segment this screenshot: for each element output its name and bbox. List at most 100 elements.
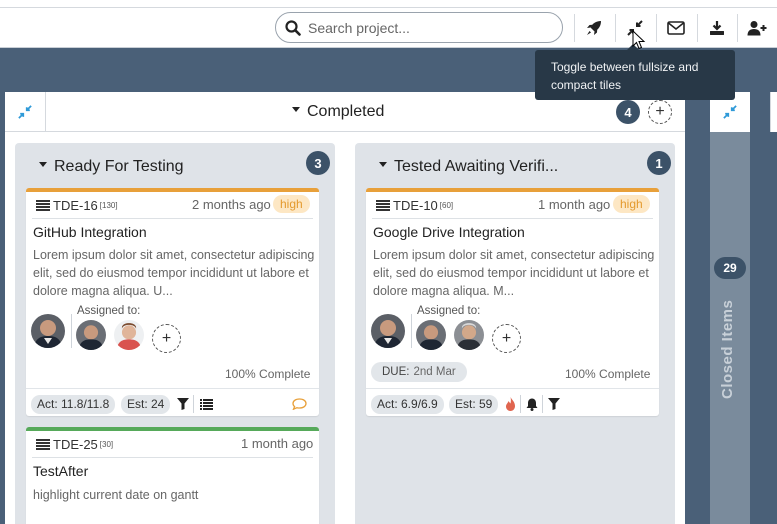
avatar-divider [411,314,412,348]
rocket-icon [587,21,601,35]
add-user-icon [747,21,767,36]
avatar-divider [71,314,72,348]
avatar[interactable] [416,320,446,350]
card-description: Lorem ipsum dolor sit amet, consectetur … [33,248,315,298]
card-id-label: TDE-25 [53,437,98,452]
card-time: 2 months ago [192,197,271,212]
column-count-badge: 1 [647,151,671,175]
assigned-label: Assigned to: [417,305,481,317]
card-id[interactable]: TDE-16 [130] [36,198,118,213]
column-count-badge: 3 [306,151,330,175]
card-description: highlight current date on gantt [33,488,199,502]
card-points: [60] [439,201,454,210]
column-title[interactable]: Tested Awaiting Verifi... [379,158,558,176]
plus-icon: + [501,329,512,347]
mouse-cursor-icon [632,30,646,50]
checklist-button[interactable] [197,395,215,413]
actual-hours-pill: Act: 11.8/11.8 [31,395,116,414]
assign-user-button[interactable]: + [492,324,521,353]
compress-icon [723,105,737,119]
column-title[interactable]: Ready For Testing [39,158,184,176]
filter-icon [177,398,189,410]
add-column-button[interactable]: + [648,100,672,124]
task-card[interactable]: TDE-10 [60] 1 month ago high Google Driv… [366,188,659,416]
due-date-pill: DUE: 2nd Mar [371,362,467,382]
hot-button[interactable] [501,395,519,413]
progress-label: 100% Complete [565,367,651,381]
list-icon [36,200,50,211]
due-label: DUE: [382,366,410,378]
card-divider [372,218,653,219]
launch-button[interactable] [574,8,614,48]
bell-icon [526,398,538,411]
avatar[interactable] [371,314,405,348]
card-points: [130] [99,201,118,210]
card-id-label: TDE-10 [393,198,438,213]
plus-icon: + [161,329,172,347]
footer-divider [520,395,521,413]
closed-items-lane[interactable]: 29 Closed Items [710,92,750,524]
comments-button[interactable] [290,395,308,413]
priority-badge: high [613,195,650,213]
lane-count-badge: 4 [616,100,640,124]
card-id-label: TDE-16 [53,198,98,213]
comment-icon [291,398,307,410]
column-ready-for-testing: Ready For Testing 3 TDE-16 [130] 2 month… [15,143,335,524]
closed-count-badge: 29 [714,257,746,279]
tooltip-text: Toggle between fullsize and compact tile… [551,60,699,92]
project-toolbar [0,8,777,48]
filter-button[interactable] [174,395,192,413]
card-footer-divider [366,388,659,389]
lane-title[interactable]: Completed [292,103,384,121]
notifications-button[interactable] [523,395,541,413]
card-title[interactable]: TestAfter [33,463,88,479]
estimate-pill: Est: 59 [449,395,499,414]
list-icon [36,439,50,450]
avatar[interactable] [76,320,106,350]
lane-compress-button[interactable] [5,92,46,132]
card-divider [32,457,313,458]
search-icon [285,20,301,36]
avatar[interactable] [454,320,484,350]
mail-button[interactable] [656,8,696,48]
search-input[interactable] [308,17,548,39]
filter-icon [548,398,560,410]
progress-label: 100% Complete [225,367,311,381]
task-card[interactable]: TDE-25 [30] 1 month ago TestAfter highli… [26,427,319,524]
tooltip: Toggle between fullsize and compact tile… [535,44,735,100]
avatar[interactable] [114,320,144,350]
assign-user-button[interactable]: + [152,324,181,353]
search-box[interactable] [275,12,563,43]
column-title-label: Tested Awaiting Verifi... [394,158,559,175]
card-footer-divider [26,388,319,389]
caret-down-icon [292,107,300,113]
card-id[interactable]: TDE-10 [60] [376,198,453,213]
lane-title-label: Completed [307,103,385,120]
compress-icon [18,105,32,119]
card-title[interactable]: Google Drive Integration [373,224,525,240]
card-time: 1 month ago [241,436,314,451]
add-user-button[interactable] [737,8,777,48]
card-title[interactable]: GitHub Integration [33,224,147,240]
filter-button[interactable] [545,395,563,413]
card-time: 1 month ago [538,197,611,212]
card-id[interactable]: TDE-25 [30] [36,437,113,452]
assigned-label: Assigned to: [77,305,141,317]
footer-divider [542,395,543,413]
list-icon [199,398,213,410]
avatar[interactable] [31,314,65,348]
lane-edge [770,92,777,132]
due-value: 2nd Mar [413,366,456,378]
list-icon [376,200,390,211]
estimate-pill: Est: 24 [121,395,171,414]
mail-icon [667,21,685,35]
card-description: Lorem ipsum dolor sit amet, consectetur … [373,248,655,298]
task-card[interactable]: TDE-16 [130] 2 months ago high GitHub In… [26,188,319,416]
caret-down-icon [379,162,387,168]
actual-hours-pill: Act: 6.9/6.9 [371,395,444,414]
fire-icon [505,397,515,411]
card-points: [30] [99,440,114,449]
download-button[interactable] [697,8,737,48]
closed-lane-label: Closed Items [719,299,736,399]
column-title-label: Ready For Testing [54,158,184,175]
